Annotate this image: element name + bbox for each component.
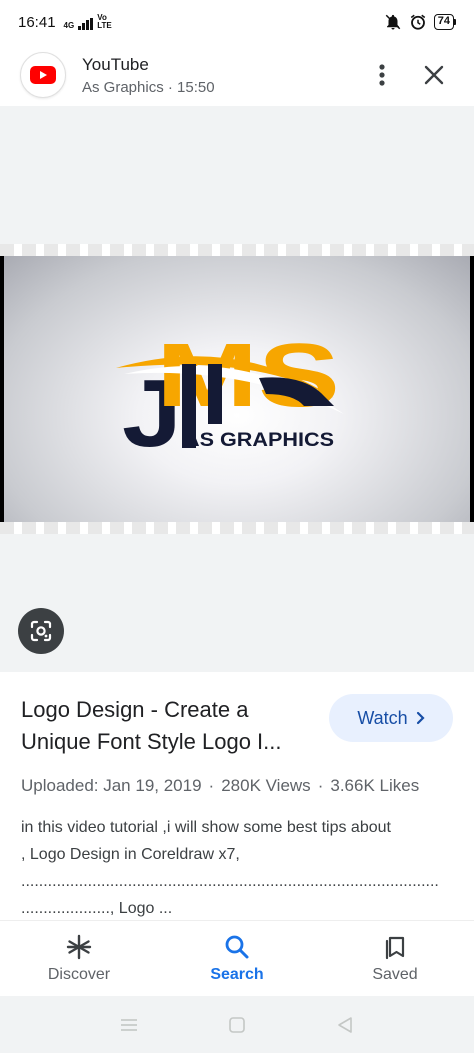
description-line-2: , Logo Design in Coreldraw x7,	[21, 846, 240, 863]
nav-discover-label: Discover	[47, 965, 111, 983]
thumbnail-frame: J MS AS GRAPHICS	[0, 244, 474, 534]
discover-asterisk-icon	[66, 934, 92, 959]
battery-icon: 74	[433, 14, 456, 30]
status-time: 16:41	[18, 13, 56, 31]
app-name: YouTube	[82, 54, 149, 74]
video-meta: Uploaded: Jan 19, 2019 · 280K Views · 3.…	[21, 776, 453, 796]
description-line-4: ...................., Logo ...	[21, 900, 173, 917]
home-icon[interactable]	[228, 1016, 246, 1034]
more-button[interactable]	[362, 55, 402, 95]
status-bar: 16:41 4G Vo LTE 74	[0, 0, 474, 44]
video-title[interactable]: Logo Design - Create a Unique Font Style…	[21, 694, 315, 758]
description-line-3: ........................................…	[21, 873, 439, 890]
battery-level: 74	[433, 14, 454, 30]
search-icon	[225, 935, 249, 958]
volte-label: Vo LTE	[97, 13, 112, 30]
source-separator: ·	[167, 78, 173, 96]
system-navigation-bar	[0, 996, 474, 1053]
youtube-logo[interactable]	[20, 52, 66, 98]
upload-date: Uploaded: Jan 19, 2019	[21, 776, 202, 795]
saved-collection-icon	[385, 936, 405, 959]
video-title-line-1: Logo Design - Create a	[21, 697, 249, 722]
source-info[interactable]: YouTube As Graphics · 15:50	[82, 55, 362, 96]
google-lens-icon	[30, 620, 52, 642]
network-label: 4G	[63, 21, 75, 30]
close-button[interactable]	[414, 55, 454, 95]
source-line: As Graphics · 15:50	[82, 79, 362, 96]
video-title-line-2: Unique Font Style Logo I...	[21, 729, 282, 754]
watch-button[interactable]: Watch	[329, 694, 453, 742]
meta-separator: ·	[317, 776, 324, 795]
video-thumbnail[interactable]: J MS AS GRAPHICS	[0, 256, 474, 522]
view-count: 280K Views	[221, 776, 311, 795]
status-left: 16:41 4G Vo LTE	[18, 14, 113, 31]
close-icon	[424, 65, 444, 85]
nav-saved[interactable]: Saved	[316, 921, 474, 996]
nav-search[interactable]: Search	[158, 921, 316, 996]
source-time: 15:50	[177, 78, 215, 96]
google-lens-button[interactable]	[18, 608, 64, 654]
like-count: 3.66K Likes	[330, 776, 420, 795]
bottom-navigation: Discover Search Saved	[0, 920, 474, 996]
title-row: Logo Design - Create a Unique Font Style…	[21, 694, 453, 758]
recents-menu-icon[interactable]	[120, 1017, 138, 1033]
mute-bell-icon	[385, 14, 401, 30]
chevron-right-icon	[416, 711, 425, 725]
source-header: YouTube As Graphics · 15:50	[0, 44, 474, 106]
video-info: Logo Design - Create a Unique Font Style…	[0, 672, 474, 920]
back-icon[interactable]	[336, 1016, 354, 1034]
nav-saved-label: Saved	[372, 965, 418, 983]
signal-bars-icon	[78, 18, 94, 30]
image-preview-area[interactable]: J MS AS GRAPHICS	[0, 106, 474, 672]
source-name: As Graphics	[82, 78, 164, 96]
more-vert-icon	[379, 64, 385, 86]
alarm-icon	[410, 14, 425, 30]
thumbnail-logo-art: J MS AS GRAPHICS	[4, 256, 470, 522]
video-description: in this video tutorial ,i will show some…	[21, 814, 453, 922]
logo-tagline: AS GRAPHICS	[184, 430, 334, 451]
meta-separator: ·	[208, 776, 215, 795]
nav-search-label: Search	[210, 965, 264, 983]
nav-discover[interactable]: Discover	[0, 921, 158, 996]
status-right: 74	[384, 13, 456, 31]
signal-indicator: 4G Vo LTE	[64, 14, 114, 30]
description-line-1: in this video tutorial ,i will show some…	[21, 819, 391, 836]
watch-label: Watch	[357, 707, 408, 728]
